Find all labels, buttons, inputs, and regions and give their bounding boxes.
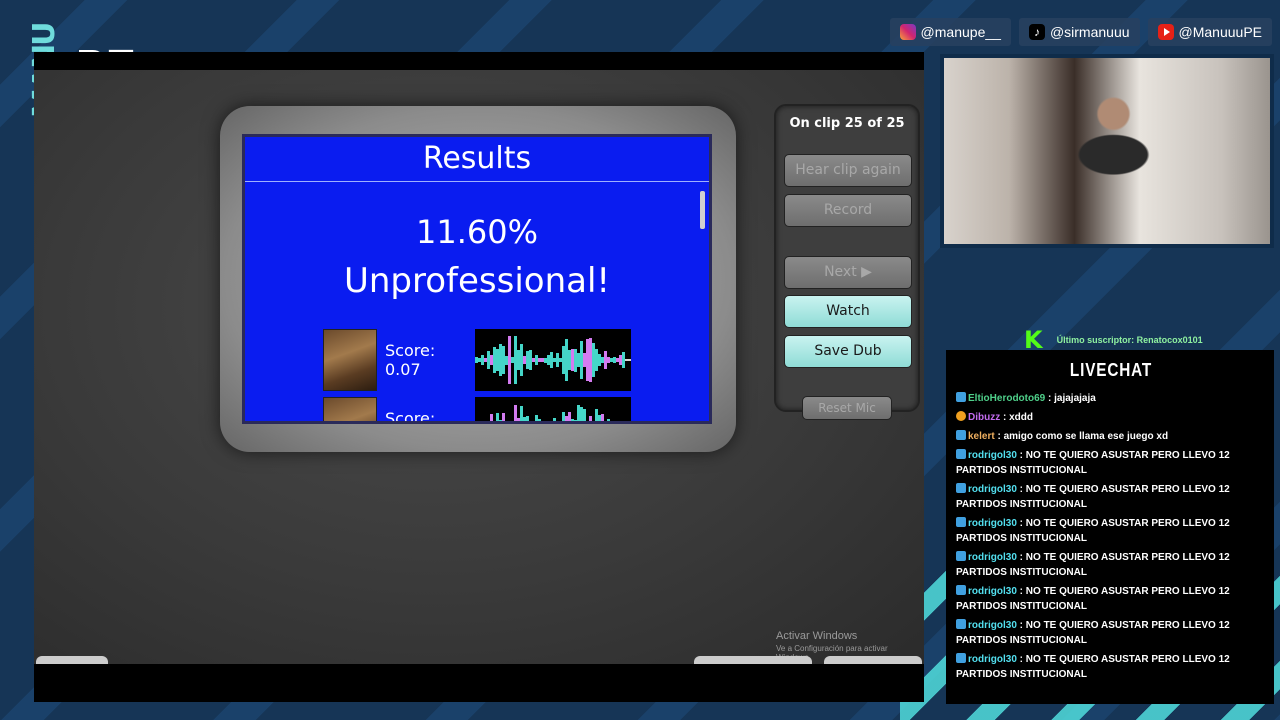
social-handles-bar: @manupe__ ♪ @sirmanuuu @ManuuuPE — [889, 18, 1272, 46]
chat-username[interactable]: rodrigol30 — [968, 484, 1017, 495]
waveform-bar — [622, 352, 625, 368]
chat-text: : jajajajaja — [1045, 393, 1096, 404]
chat-badge-icon — [956, 619, 966, 629]
waveform-bar — [520, 406, 523, 421]
chat-badge-icon — [956, 551, 966, 561]
youtube-handle: @ManuuuPE — [1178, 24, 1262, 40]
waveform-bar — [502, 413, 505, 421]
reset-mic-button[interactable]: Reset Mic — [802, 396, 892, 420]
chat-username[interactable]: rodrigol30 — [968, 450, 1017, 461]
waveform-bar — [601, 413, 604, 421]
instagram-icon — [899, 24, 916, 40]
clip-waveform — [475, 329, 631, 391]
chat-badge-icon — [956, 430, 966, 440]
chat-username[interactable]: rodrigol30 — [968, 654, 1017, 665]
tiktok-handle: @sirmanuuu — [1049, 24, 1130, 40]
chat-username[interactable]: Dibuzz — [968, 412, 1000, 423]
waveform-bar — [478, 420, 481, 421]
chat-text: : amigo como se llama ese juego xd — [994, 431, 1169, 442]
windows-activation-title: Activar Windows — [776, 630, 858, 642]
clip-thumbnail — [323, 397, 377, 421]
waveform-bar — [589, 416, 592, 421]
waveform-bar — [553, 418, 556, 421]
score-percent: 11.60% — [415, 213, 538, 251]
chat-message: kelert : amigo como se llama ese juego x… — [956, 429, 1266, 444]
game-viewport: Results 11.60% Unprofessional! Score: 0.… — [34, 70, 924, 664]
clip-result-row: Score: 0.10 — [323, 397, 631, 424]
waveform-bar — [604, 422, 607, 424]
waveform-bar — [583, 409, 586, 421]
chat-message: EltioHerodoto69 : jajajajaja — [956, 391, 1266, 406]
social-tiktok: ♪ @sirmanuuu — [1018, 18, 1140, 46]
youtube-icon — [1157, 24, 1174, 40]
chat-text: : xddd — [1000, 412, 1033, 423]
waveform-bar — [487, 421, 490, 424]
waveform-bar — [496, 412, 499, 421]
save-dub-button[interactable]: Save Dub — [784, 335, 912, 368]
tv-frame: Results 11.60% Unprofessional! Score: 0.… — [220, 106, 736, 452]
social-instagram: @manupe__ — [889, 18, 1011, 46]
waveform-bar — [544, 423, 547, 424]
waveform-bar — [619, 421, 622, 424]
clip-result-row: Score: 0.07 — [323, 329, 631, 391]
clip-counter: On clip 25 of 25 — [789, 116, 905, 131]
chat-message: rodrigol30 : NO TE QUIERO ASUSTAR PERO L… — [956, 448, 1266, 478]
game-window: Results 11.60% Unprofessional! Score: 0.… — [34, 52, 924, 702]
webcam-feed — [944, 58, 1270, 244]
game-bottom-bar — [34, 664, 924, 702]
score-verdict: Unprofessional! — [343, 261, 611, 301]
control-panel: On clip 25 of 25 Hear clip again Record … — [774, 104, 920, 420]
waveform-bar — [514, 404, 517, 421]
title-divider — [245, 181, 709, 182]
last-subscriber-text: Último suscriptor: Renatocox0101 — [1056, 335, 1203, 345]
chat-username[interactable]: rodrigol30 — [968, 552, 1017, 563]
waveform-bar — [538, 418, 541, 421]
tiktok-icon: ♪ — [1028, 24, 1045, 40]
chat-message: rodrigol30 : NO TE QUIERO ASUSTAR PERO L… — [956, 482, 1266, 512]
chat-message: rodrigol30 : NO TE QUIERO ASUSTAR PERO L… — [956, 618, 1266, 648]
chat-badge-icon — [956, 483, 966, 493]
chat-message-list: EltioHerodoto69 : jajajajaja Dibuzz : xdd… — [956, 391, 1266, 682]
waveform-bar — [568, 412, 571, 421]
chat-badge-icon — [956, 411, 966, 421]
social-youtube: @ManuuuPE — [1147, 18, 1272, 46]
chat-message: Dibuzz : xddd — [956, 410, 1266, 425]
clip-thumbnail — [323, 329, 377, 391]
clip-score: Score: 0.10 — [385, 409, 436, 424]
chat-title: LIVECHAT — [1069, 360, 1153, 380]
waveform-bar — [547, 423, 550, 424]
waveform-bar — [607, 419, 610, 421]
waveform-bar — [586, 423, 589, 424]
chat-username[interactable]: rodrigol30 — [968, 620, 1017, 631]
results-title: Results — [422, 141, 532, 176]
chat-badge-icon — [956, 449, 966, 459]
chat-badge-icon — [956, 653, 966, 663]
results-screen: Results 11.60% Unprofessional! Score: 0.… — [242, 134, 712, 424]
record-button[interactable]: Record — [784, 194, 912, 227]
chat-badge-icon — [956, 517, 966, 527]
watch-button[interactable]: Watch — [784, 295, 912, 328]
chat-badge-icon — [956, 392, 966, 402]
webcam-frame — [940, 54, 1274, 248]
chat-message: rodrigol30 : NO TE QUIERO ASUSTAR PERO L… — [956, 584, 1266, 614]
instagram-handle: @manupe__ — [920, 24, 1001, 40]
clip-waveform — [475, 397, 631, 424]
waveform-bar — [490, 413, 493, 421]
chat-badge-icon — [956, 585, 966, 595]
waveform-bar — [529, 420, 532, 421]
hear-clip-again-button[interactable]: Hear clip again — [784, 154, 912, 187]
next-button[interactable]: Next ▶ — [784, 256, 912, 289]
chat-message: rodrigol30 : NO TE QUIERO ASUSTAR PERO L… — [956, 652, 1266, 682]
chat-username[interactable]: rodrigol30 — [968, 518, 1017, 529]
chat-username[interactable]: EltioHerodoto69 — [968, 393, 1045, 404]
chat-message: rodrigol30 : NO TE QUIERO ASUSTAR PERO L… — [956, 516, 1266, 546]
clip-score: Score: 0.07 — [385, 341, 436, 379]
chat-username[interactable]: rodrigol30 — [968, 586, 1017, 597]
live-chat: LIVECHAT EltioHerodoto69 : jajajajaja Dib… — [946, 350, 1274, 704]
chat-message: rodrigol30 : NO TE QUIERO ASUSTAR PERO L… — [956, 550, 1266, 580]
chat-username[interactable]: kelert — [968, 431, 995, 442]
